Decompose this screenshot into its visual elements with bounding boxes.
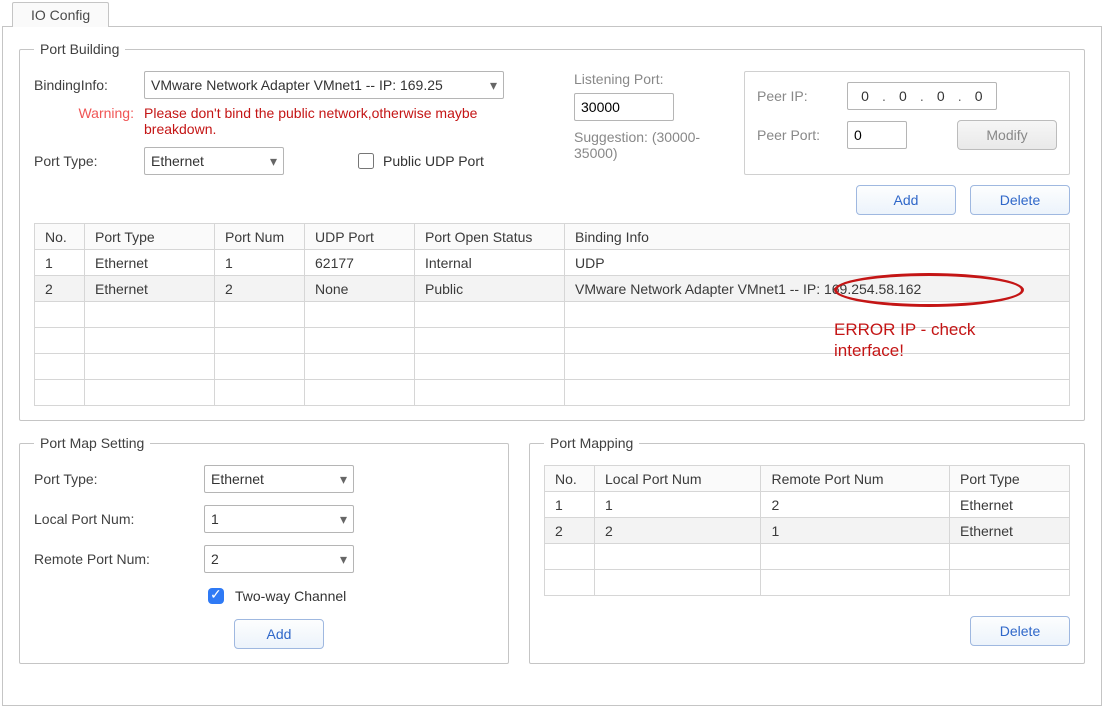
label-warning: Warning: (34, 105, 144, 121)
th: Port Type (85, 224, 215, 250)
chevron-down-icon: ▾ (340, 511, 347, 528)
table-port-mapping: No. Local Port Num Remote Port Num Port … (544, 465, 1070, 596)
legend-port-building: Port Building (34, 41, 125, 57)
label-pms-port-type: Port Type: (34, 471, 204, 487)
button-pms-add[interactable]: Add (234, 619, 324, 649)
select-pms-remote-port[interactable]: 2▾ (204, 545, 354, 573)
select-port-type[interactable]: Ethernet ▾ (144, 147, 284, 175)
group-port-building: Port Building BindingInfo: VMware Networ… (19, 41, 1085, 421)
table-row (35, 328, 1070, 354)
label-listening-port: Listening Port: (574, 71, 724, 87)
label-pms-local-port: Local Port Num: (34, 511, 204, 527)
group-port-mapping: Port Mapping No. Local Port Num Remote P… (529, 435, 1085, 664)
label-port-type: Port Type: (34, 153, 144, 169)
table-header-row: No. Local Port Num Remote Port Num Port … (545, 466, 1070, 492)
peer-ip-octet-2: 0 (932, 88, 950, 104)
label-bindinginfo: BindingInfo: (34, 77, 144, 93)
table-row (545, 570, 1070, 596)
label-two-way: Two-way Channel (235, 588, 346, 604)
peer-ip-octet-0: 0 (856, 88, 874, 104)
legend-port-map-setting: Port Map Setting (34, 435, 150, 451)
table-row (35, 380, 1070, 406)
checkbox-public-udp-input[interactable] (358, 153, 374, 169)
label-peer-ip: Peer IP: (757, 88, 847, 104)
legend-port-mapping: Port Mapping (544, 435, 639, 451)
table-port-building: No. Port Type Port Num UDP Port Port Ope… (34, 223, 1070, 406)
label-public-udp: Public UDP Port (383, 153, 484, 169)
group-port-map-setting: Port Map Setting Port Type: Ethernet▾ Lo… (19, 435, 509, 664)
select-bindinginfo-value: VMware Network Adapter VMnet1 -- IP: 169… (151, 77, 443, 93)
button-pb-add[interactable]: Add (856, 185, 956, 215)
table-row[interactable]: 1 1 2 Ethernet (545, 492, 1070, 518)
table-row[interactable]: 1 Ethernet 1 62177 Internal UDP (35, 250, 1070, 276)
th: Port Num (215, 224, 305, 250)
table-row (35, 302, 1070, 328)
th: Binding Info (565, 224, 1070, 250)
table-row (35, 354, 1070, 380)
select-pms-port-type[interactable]: Ethernet▾ (204, 465, 354, 493)
checkbox-two-way[interactable]: Two-way Channel (204, 585, 346, 607)
label-suggestion: Suggestion: (30000-35000) (574, 129, 724, 161)
label-pms-remote-port: Remote Port Num: (34, 551, 204, 567)
table-row[interactable]: 2 Ethernet 2 None Public VMware Network … (35, 276, 1070, 302)
label-peer-port: Peer Port: (757, 127, 847, 143)
button-pb-delete[interactable]: Delete (970, 185, 1070, 215)
peer-ip-octet-3: 0 (970, 88, 988, 104)
checkbox-two-way-input[interactable] (208, 588, 224, 604)
chevron-down-icon: ▾ (340, 471, 347, 488)
select-port-type-value: Ethernet (151, 153, 204, 169)
table-row (545, 544, 1070, 570)
select-pms-local-port[interactable]: 1▾ (204, 505, 354, 533)
th: No. (35, 224, 85, 250)
tab-io-config[interactable]: IO Config (12, 2, 109, 27)
th: UDP Port (305, 224, 415, 250)
input-peer-port[interactable] (847, 121, 907, 149)
button-modify[interactable]: Modify (957, 120, 1057, 150)
text-warning: Please don't bind the public network,oth… (144, 105, 514, 137)
chevron-down-icon: ▾ (270, 153, 277, 170)
chevron-down-icon: ▾ (490, 77, 497, 94)
button-pm-delete[interactable]: Delete (970, 616, 1070, 646)
main-panel: Port Building BindingInfo: VMware Networ… (2, 26, 1102, 706)
th: Port Open Status (415, 224, 565, 250)
chevron-down-icon: ▾ (340, 551, 347, 568)
checkbox-public-udp[interactable]: Public UDP Port (354, 150, 484, 172)
input-peer-ip[interactable]: 0. 0. 0. 0 (847, 82, 997, 110)
peer-ip-octet-1: 0 (894, 88, 912, 104)
table-row[interactable]: 2 2 1 Ethernet (545, 518, 1070, 544)
table-header-row: No. Port Type Port Num UDP Port Port Ope… (35, 224, 1070, 250)
input-listening-port[interactable] (574, 93, 674, 121)
select-bindinginfo[interactable]: VMware Network Adapter VMnet1 -- IP: 169… (144, 71, 504, 99)
